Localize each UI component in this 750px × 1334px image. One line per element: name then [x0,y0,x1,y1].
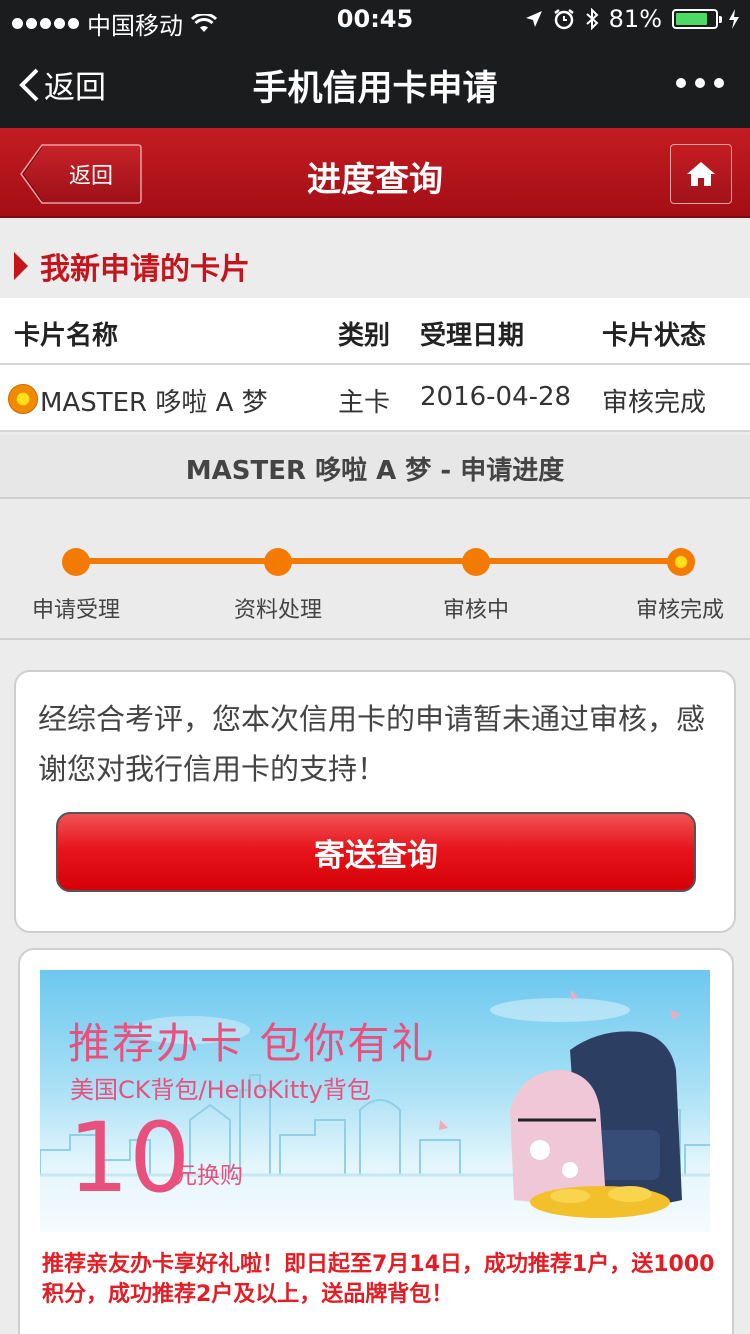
selected-radio-icon[interactable] [8,384,38,414]
mailing-query-button[interactable]: 寄送查询 [56,812,696,892]
progress-step-label: 审核中 [442,598,510,623]
status-cell: 审核完成 [602,388,707,418]
bluetooth-icon [585,8,599,30]
table-header-row: 卡片名称 类别 受理日期 卡片状态 [0,298,750,365]
page-title: 手机信用卡申请 [252,69,498,109]
progress-step-node [462,548,490,576]
progress-current-node [667,548,695,576]
promo-description: 推荐亲友办卡享好礼啦！即日起至7月14日，成功推荐1户，送1000积分，成功推荐… [42,1252,715,1307]
bank-title: 进度查询 [307,160,443,200]
charging-bolt-icon [729,9,739,29]
bank-header: 返回 进度查询 [0,128,750,218]
section-header: 我新申请的卡片 [14,244,250,288]
battery-icon [672,9,722,29]
card-type-cell: 主卡 [338,388,391,418]
promo-banner-title: 推荐办卡 包你有礼 [68,1019,436,1068]
progress-title: MASTER 哆啦 A 梦 - 申请进度 [0,435,750,499]
result-message-text: 经综合考评，您本次信用卡的申请暂未通过审核，感谢您对我行信用卡的支持！ [38,702,706,786]
column-header: 受理日期 [420,321,525,351]
progress-line [76,558,682,564]
alarm-icon [553,9,574,30]
battery-percent: 81% [608,5,662,33]
promo-card: 推荐办卡 包你有礼 美国CK背包/HelloKitty背包 10 元换购 推荐亲… [18,948,734,1334]
promo-banner-price-unit: 元换购 [174,1163,243,1189]
section-title: 我新申请的卡片 [40,252,250,287]
result-message-card: 经综合考评，您本次信用卡的申请暂未通过审核，感谢您对我行信用卡的支持！ 寄送查询 [14,670,736,933]
triangle-marker-icon [14,252,28,280]
promo-banner-price: 10 [68,1102,191,1214]
progress-step-label: 审核完成 [635,598,725,623]
progress-tracker: 申请受理 资料处理 审核中 审核完成 [0,500,750,640]
progress-step-label: 资料处理 [233,598,323,623]
home-icon [687,162,715,186]
promo-banner[interactable]: 推荐办卡 包你有礼 美国CK背包/HelloKitty背包 10 元换购 [40,970,710,1232]
location-arrow-icon [525,11,542,27]
column-header: 卡片名称 [14,321,119,351]
wechat-nav-bar: 返回 手机信用卡申请 [0,40,750,128]
progress-step-label: 申请受理 [31,598,121,623]
date-cell: 2016-04-28 [420,382,572,412]
card-name-cell: MASTER 哆啦 A 梦 [40,388,268,418]
promo-banner-subtitle: 美国CK背包/HelloKitty背包 [70,1076,371,1104]
column-header: 卡片状态 [602,321,707,351]
status-bar: 中国移动 00:45 81% [0,0,750,40]
table-row[interactable]: MASTER 哆啦 A 梦 主卡 2016-04-28 审核完成 [0,365,750,432]
progress-step-node [264,548,292,576]
more-options-button[interactable] [676,60,724,106]
progress-step-node [62,548,90,576]
column-header: 类别 [338,321,391,351]
card-table: 卡片名称 类别 受理日期 卡片状态 MASTER 哆啦 A 梦 主卡 2016-… [0,298,750,432]
home-button[interactable] [670,144,732,204]
